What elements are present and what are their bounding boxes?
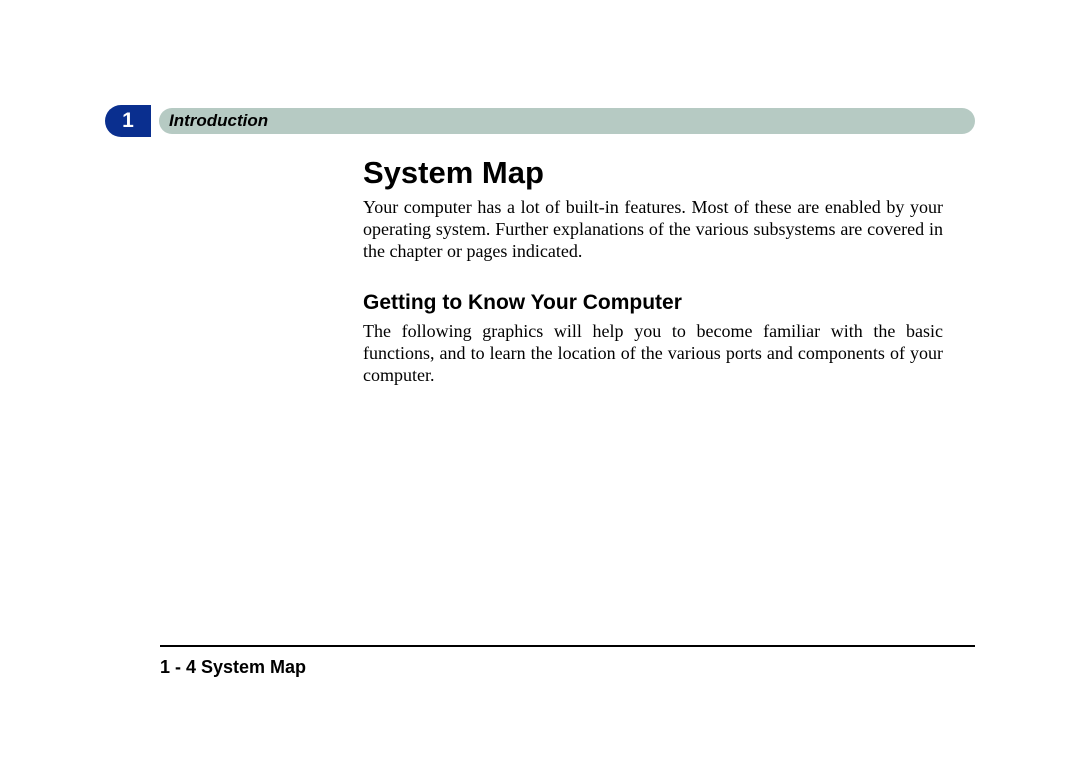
header-bar: Introduction xyxy=(159,108,975,134)
intro-paragraph: Your computer has a lot of built-in feat… xyxy=(363,197,943,263)
footer-text: 1 - 4 System Map xyxy=(160,657,306,678)
page-title: System Map xyxy=(363,155,943,191)
header-label: Introduction xyxy=(169,111,268,131)
section-paragraph: The following graphics will help you to … xyxy=(363,321,943,387)
content-block: System Map Your computer has a lot of bu… xyxy=(363,155,943,387)
section-subheading: Getting to Know Your Computer xyxy=(363,291,943,315)
page-content: 1 Introduction System Map Your computer … xyxy=(105,105,975,415)
footer-divider xyxy=(160,645,975,647)
chapter-number: 1 xyxy=(122,109,134,133)
chapter-badge: 1 xyxy=(105,105,151,137)
header-row: 1 Introduction xyxy=(105,105,975,137)
